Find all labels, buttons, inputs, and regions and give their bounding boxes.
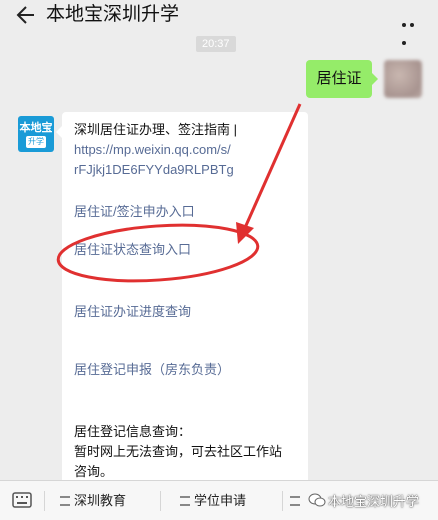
- note-line-1: 居住登记信息查询：: [74, 424, 192, 439]
- intro-link-line1[interactable]: https://mp.weixin.qq.com/s/: [74, 140, 231, 160]
- arrow-left-icon[interactable]: [14, 4, 36, 26]
- account-avatar[interactable]: 本地宝 升学: [18, 116, 54, 152]
- intro-text: 深圳居住证办理、签注指南 |: [74, 122, 237, 137]
- menu-item-school-apply[interactable]: 学位申请: [180, 481, 246, 520]
- user-avatar[interactable]: [384, 60, 422, 98]
- menu-separator: [44, 491, 45, 511]
- incoming-message: 深圳居住证办理、签注指南 | https://mp.weixin.qq.com/…: [56, 112, 308, 484]
- more-dots-icon[interactable]: [402, 14, 422, 45]
- menu-bars-icon: [180, 496, 190, 506]
- menu-item-education[interactable]: 深圳教育: [60, 481, 126, 520]
- menu-bars-icon: [60, 496, 70, 506]
- link-residence-register[interactable]: 居住登记申报（房东负责）: [74, 360, 230, 380]
- top-bar: 本地宝深圳升学: [0, 0, 438, 45]
- avatar-text-bottom: 升学: [26, 136, 46, 148]
- note-line-3: 咨询。: [74, 464, 114, 479]
- menu-separator: [282, 491, 283, 511]
- chat-title: 本地宝深圳升学: [46, 4, 180, 25]
- link-apply[interactable]: 居住证/签注申办入口: [74, 202, 195, 222]
- keyboard-icon[interactable]: [12, 491, 32, 509]
- link-progress-query[interactable]: 居住证办证进度查询: [74, 302, 191, 322]
- note-line-2: 暂时网上无法查询，可去社区工作站: [74, 444, 283, 459]
- menu-item-label: 深圳教育: [74, 493, 127, 508]
- avatar-text-top: 本地宝: [19, 122, 53, 134]
- timestamp: 20:37: [196, 36, 236, 52]
- watermark-text: 本地宝深圳升学: [328, 494, 420, 509]
- link-status-query[interactable]: 居住证状态查询入口: [74, 240, 191, 260]
- menu-bars-icon: [290, 496, 300, 506]
- wechat-watermark-icon: [308, 493, 326, 507]
- menu-separator: [160, 491, 161, 511]
- intro-link-line2[interactable]: rFJjkj1DE6FYYda9RLPBTg: [74, 160, 234, 180]
- menu-item-label: 学位申请: [194, 493, 247, 508]
- outgoing-message[interactable]: 居住证: [306, 60, 378, 98]
- menu-item-more[interactable]: [290, 481, 310, 520]
